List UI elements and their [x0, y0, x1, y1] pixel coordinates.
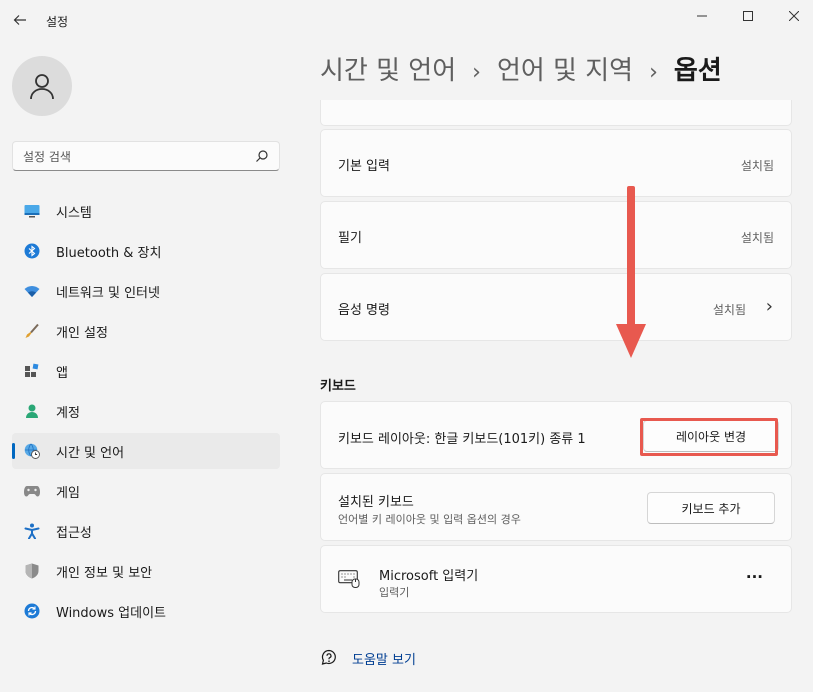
breadcrumb-separator: › [472, 60, 481, 85]
title-bar: 설정 [0, 0, 813, 40]
sidebar-item-accessibility[interactable]: 접근성 [12, 513, 280, 549]
gamepad-icon [24, 483, 40, 499]
installed-keyboards-title: 설치된 키보드 [338, 495, 414, 510]
breadcrumb-item-time-language[interactable]: 시간 및 언어 [320, 56, 456, 86]
sidebar-item-windows-update[interactable]: Windows 업데이트 [12, 593, 280, 629]
sidebar-item-privacy[interactable]: 개인 정보 및 보안 [12, 553, 280, 589]
apps-icon [24, 363, 40, 379]
search-box [12, 141, 280, 171]
search-icon[interactable] [255, 149, 269, 163]
back-arrow-icon [13, 15, 26, 25]
sidebar-item-label: 게임 [56, 485, 80, 501]
ime-name: Microsoft 입력기 [379, 569, 479, 584]
sidebar-item-network[interactable]: 네트워크 및 인터넷 [12, 273, 280, 309]
user-icon [30, 74, 54, 100]
sidebar-item-label: 개인 설정 [56, 325, 108, 341]
sidebar-item-label: 시스템 [56, 205, 92, 221]
brush-icon [24, 323, 40, 339]
sidebar-item-label: Windows 업데이트 [56, 605, 167, 621]
accessibility-icon [24, 523, 40, 539]
app-title: 설정 [46, 15, 69, 29]
person-icon [24, 403, 40, 419]
wifi-icon [24, 283, 40, 299]
breadcrumb-separator: › [649, 60, 658, 85]
help-icon [321, 649, 336, 665]
status-badge: 설치됨 [740, 159, 774, 173]
maximize-icon [743, 11, 753, 21]
sidebar-nav: 시스템 Bluetooth & 장치 네트워크 및 인터넷 개인 설정 앱 계정 [12, 193, 280, 633]
sidebar-item-label: 앱 [56, 365, 68, 381]
minimize-button[interactable] [679, 0, 725, 32]
feature-card-speech[interactable]: 음성 명령 설치됨 › [320, 273, 792, 341]
sidebar-item-bluetooth[interactable]: Bluetooth & 장치 [12, 233, 280, 269]
minimize-icon [697, 15, 707, 17]
feature-card-handwriting[interactable]: 필기 설치됨 [320, 201, 792, 269]
shield-icon [24, 563, 40, 579]
chevron-right-icon[interactable]: › [766, 296, 773, 317]
annotation-down-arrow [616, 186, 646, 358]
globe-clock-icon [24, 443, 40, 459]
sidebar-item-label: 개인 정보 및 보안 [56, 565, 153, 581]
sidebar-item-apps[interactable]: 앱 [12, 353, 280, 389]
breadcrumb: 시간 및 언어 › 언어 및 지역 › 옵션 [320, 50, 722, 87]
feature-label: 기본 입력 [338, 159, 390, 174]
monitor-icon [24, 203, 40, 219]
sidebar-item-label: Bluetooth & 장치 [56, 245, 162, 261]
feature-card-clipped [320, 100, 792, 126]
bluetooth-icon [24, 243, 40, 259]
close-icon [789, 11, 799, 21]
feature-label: 필기 [338, 231, 362, 246]
help-link-label: 도움말 보기 [352, 652, 416, 668]
search-input[interactable] [23, 147, 243, 167]
installed-keyboards-subtitle: 언어별 키 레이아웃 및 입력 옵션의 경우 [338, 513, 521, 526]
sidebar-item-label: 계정 [56, 405, 80, 421]
back-button[interactable] [8, 8, 32, 32]
sidebar-item-label: 시간 및 언어 [56, 445, 125, 461]
keyboard-icon [338, 570, 360, 592]
sidebar-item-accounts[interactable]: 계정 [12, 393, 280, 429]
help-link[interactable]: 도움말 보기 [320, 646, 416, 670]
status-badge: 설치됨 [740, 231, 774, 245]
sidebar-item-time-language[interactable]: 시간 및 언어 [12, 433, 280, 469]
maximize-button[interactable] [725, 0, 771, 32]
change-layout-button[interactable]: 레이아웃 변경 [643, 420, 779, 452]
section-title-keyboard: 키보드 [320, 379, 356, 394]
add-keyboard-button[interactable]: 키보드 추가 [647, 492, 775, 524]
more-options-icon[interactable]: ··· [746, 568, 763, 586]
status-badge: 설치됨 [712, 303, 746, 317]
sidebar-item-label: 네트워크 및 인터넷 [56, 285, 160, 301]
sidebar-item-gaming[interactable]: 게임 [12, 473, 280, 509]
page-title: 옵션 [673, 56, 722, 86]
close-button[interactable] [771, 0, 813, 32]
keyboard-layout-label: 키보드 레이아웃: 한글 키보드(101키) 종류 1 [338, 432, 586, 447]
keyboard-layout-card: 키보드 레이아웃: 한글 키보드(101키) 종류 1 레이아웃 변경 [320, 401, 792, 469]
breadcrumb-item-language-region[interactable]: 언어 및 지역 [497, 56, 633, 86]
avatar[interactable] [12, 56, 72, 116]
sidebar-item-personalization[interactable]: 개인 설정 [12, 313, 280, 349]
feature-label: 음성 명령 [338, 303, 390, 318]
installed-keyboards-card: 설치된 키보드 언어별 키 레이아웃 및 입력 옵션의 경우 키보드 추가 [320, 473, 792, 541]
sidebar-item-label: 접근성 [56, 525, 92, 541]
sidebar-item-system[interactable]: 시스템 [12, 193, 280, 229]
ime-card-microsoft[interactable]: Microsoft 입력기 입력기 ··· [320, 545, 792, 613]
ime-type: 입력기 [379, 586, 410, 599]
feature-card-basic-typing[interactable]: 기본 입력 설치됨 [320, 129, 792, 197]
update-icon [24, 603, 40, 619]
